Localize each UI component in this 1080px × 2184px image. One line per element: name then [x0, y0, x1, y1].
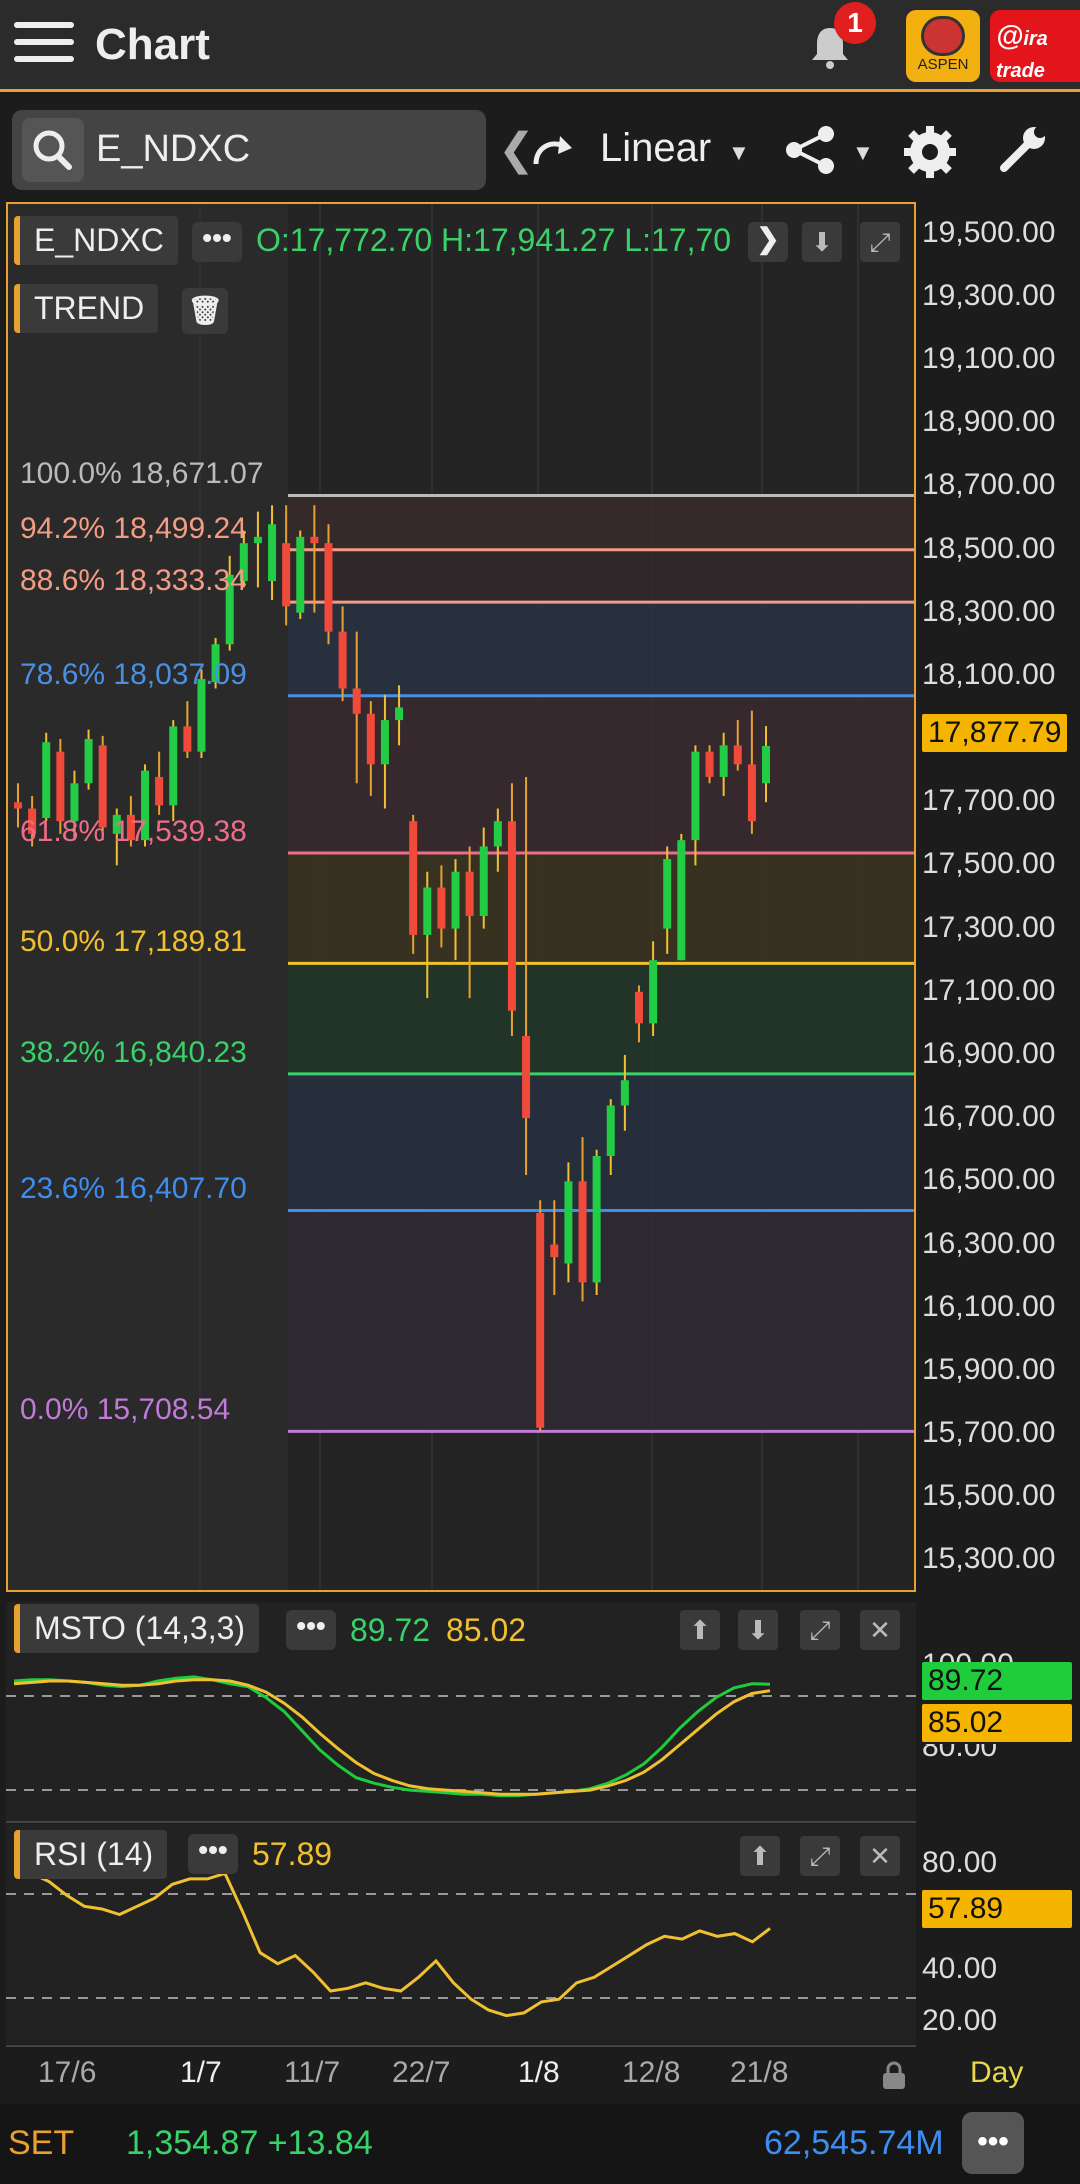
- x-tick: 1/8: [518, 2056, 560, 2089]
- symbol-search[interactable]: E_NDXC: [12, 110, 486, 190]
- y-tick: 16,700.00: [922, 1100, 1056, 1134]
- move-up-icon[interactable]: ⬆: [680, 1610, 720, 1650]
- rsi-value: 57.89: [252, 1836, 333, 1872]
- rsi-axis-80: 80.00: [922, 1846, 998, 1879]
- app-header: Chart 1 ASPEN @ira trade: [0, 0, 1080, 92]
- msto-label[interactable]: MSTO (14,3,3): [14, 1604, 260, 1653]
- search-icon[interactable]: [22, 118, 84, 182]
- menu-icon[interactable]: [14, 22, 74, 70]
- y-tick: 17,700.00: [922, 784, 1056, 818]
- trash-icon[interactable]: 🗑: [182, 288, 228, 334]
- msto-axis-bottom: 80.00: [922, 1744, 998, 1763]
- move-up-icon[interactable]: ⬆: [740, 1836, 780, 1876]
- wrench-icon[interactable]: [994, 122, 1050, 178]
- fib-label: 100.0% 18,671.07: [20, 457, 264, 491]
- msto-d-tag: 85.02: [922, 1704, 1072, 1742]
- chart-toolbar: E_NDXC ❮ Linear ▼ ▼: [0, 104, 1080, 200]
- y-tick: 18,500.00: [922, 531, 1056, 565]
- x-tick: 22/7: [392, 2056, 451, 2089]
- fib-label: 88.6% 18,333.34: [20, 564, 247, 598]
- globe-icon: [921, 16, 965, 56]
- x-tick: 11/7: [284, 2056, 341, 2089]
- notification-badge: 1: [834, 2, 876, 44]
- market-name[interactable]: SET: [8, 2124, 74, 2163]
- y-tick: 16,500.00: [922, 1163, 1056, 1197]
- chevron-down-icon[interactable]: ▼: [852, 140, 874, 166]
- msto-d-value: 85.02: [446, 1612, 527, 1648]
- ira-trade-logo[interactable]: @ira trade: [990, 10, 1080, 82]
- expand-icon[interactable]: ⤢: [800, 1610, 840, 1650]
- fib-label: 38.2% 16,840.23: [20, 1035, 247, 1069]
- rsi-label[interactable]: RSI (14): [14, 1830, 168, 1879]
- x-tick: 17/6: [38, 2056, 97, 2089]
- move-down-icon[interactable]: ⬇: [802, 222, 842, 262]
- market-status-bar: SET 1,354.87 +13.84 62,545.74M •••: [0, 2104, 1080, 2184]
- y-tick: 18,700.00: [922, 468, 1056, 502]
- expand-icon[interactable]: ⤢: [800, 1836, 840, 1876]
- y-tick: 19,100.00: [922, 341, 1056, 375]
- x-tick: 21/8: [730, 2056, 789, 2089]
- y-tick: 16,300.00: [922, 1226, 1056, 1260]
- x-tick: 1/7: [180, 2056, 222, 2089]
- y-tick: 17,100.00: [922, 973, 1056, 1007]
- fib-label: 50.0% 17,189.81: [20, 925, 247, 959]
- rsi-axis-20: 20.00: [922, 2004, 998, 2037]
- current-price-tag: 17,877.79: [922, 714, 1068, 752]
- fib-label: 23.6% 16,407.70: [20, 1172, 247, 1206]
- y-tick: 16,100.00: [922, 1289, 1056, 1323]
- more-options-button[interactable]: •••: [192, 222, 242, 262]
- share-icon[interactable]: [782, 122, 838, 178]
- y-tick: 19,300.00: [922, 278, 1056, 312]
- rsi-more-button[interactable]: •••: [188, 1834, 238, 1874]
- y-tick: 17,500.00: [922, 847, 1056, 881]
- fib-label: 61.8% 17,539.38: [20, 814, 247, 848]
- close-icon[interactable]: ✕: [860, 1610, 900, 1650]
- lock-icon[interactable]: [880, 2060, 908, 2090]
- page-title: Chart: [95, 20, 210, 69]
- y-tick: 15,500.00: [922, 1479, 1056, 1513]
- expand-icon[interactable]: ⤢: [860, 222, 900, 262]
- ohlc-readout: O:17,772.70 H:17,941.27 L:17,70: [256, 222, 732, 258]
- move-down-icon[interactable]: ⬇: [738, 1610, 778, 1650]
- y-tick: 18,100.00: [922, 657, 1056, 691]
- msto-k-value: 89.72: [350, 1612, 431, 1648]
- y-tick: 18,300.00: [922, 594, 1056, 628]
- symbol-pill[interactable]: E_NDXC: [14, 216, 178, 265]
- fib-label: 0.0% 15,708.54: [20, 1393, 231, 1427]
- y-tick: 17,300.00: [922, 910, 1056, 944]
- main-panel-frame: [6, 202, 916, 1592]
- redo-icon[interactable]: [530, 130, 574, 174]
- y-tick: 16,900.00: [922, 1036, 1056, 1070]
- close-icon[interactable]: ✕: [860, 1836, 900, 1876]
- symbol-input[interactable]: E_NDXC: [96, 128, 250, 171]
- chart-area[interactable]: E_NDXC ••• O:17,772.70 H:17,941.27 L:17,…: [0, 202, 1080, 2102]
- msto-more-button[interactable]: •••: [286, 1610, 336, 1650]
- scale-dropdown[interactable]: Linear: [600, 126, 711, 171]
- more-button[interactable]: •••: [962, 2112, 1024, 2174]
- market-index: 1,354.87 +13.84: [126, 2124, 373, 2162]
- msto-k-tag: 89.72: [922, 1662, 1072, 1700]
- y-tick: 19,500.00: [922, 215, 1056, 249]
- y-tick: 15,900.00: [922, 1352, 1056, 1386]
- chevron-right-icon[interactable]: ❯: [748, 222, 788, 262]
- fib-label: 78.6% 18,037.09: [20, 657, 247, 691]
- y-tick: 18,900.00: [922, 405, 1056, 439]
- market-volume: 62,545.74M: [764, 2124, 944, 2162]
- period-selector[interactable]: Day: [970, 2056, 1023, 2090]
- chevron-down-icon[interactable]: ▼: [728, 140, 750, 166]
- gear-icon[interactable]: [900, 122, 960, 182]
- rsi-axis-40: 40.00: [922, 1952, 998, 1985]
- aspen-logo[interactable]: ASPEN: [906, 10, 980, 82]
- y-tick: 15,700.00: [922, 1416, 1056, 1450]
- rsi-tag: 57.89: [922, 1890, 1072, 1928]
- x-tick: 12/8: [622, 2056, 681, 2089]
- indicator-pill[interactable]: TREND: [14, 284, 159, 333]
- y-tick: 15,300.00: [922, 1542, 1056, 1576]
- fib-label: 94.2% 18,499.24: [20, 511, 247, 545]
